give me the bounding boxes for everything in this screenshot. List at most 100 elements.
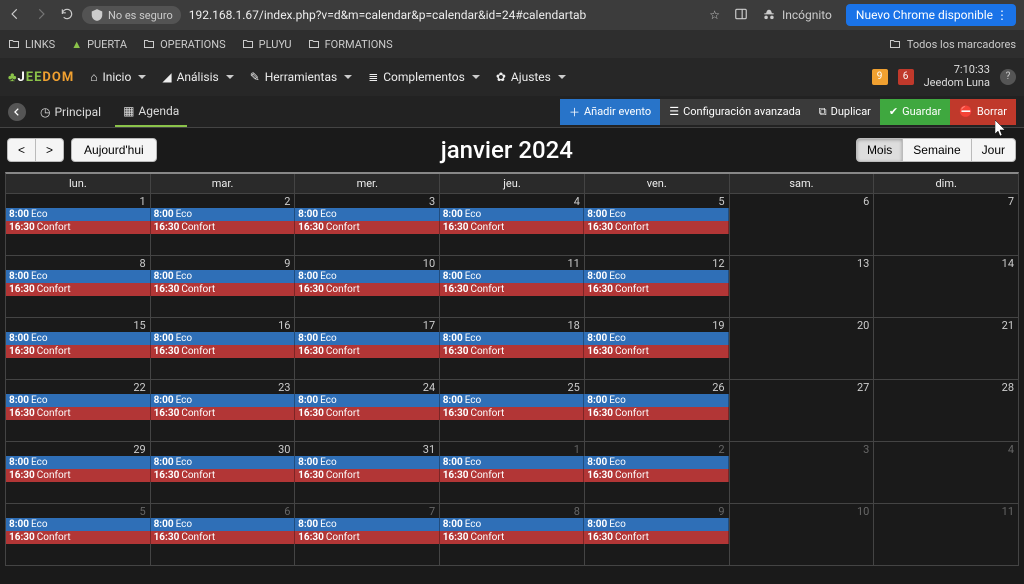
event-confort[interactable]: 16:30Confort xyxy=(151,407,296,420)
event-eco[interactable]: 8:00Eco xyxy=(6,394,151,407)
badge-error[interactable]: 6 xyxy=(898,69,914,85)
event-confort[interactable]: 16:30Confort xyxy=(6,345,151,358)
event-confort[interactable]: 16:30Confort xyxy=(295,283,440,296)
calendar-day[interactable]: 10 xyxy=(729,504,874,565)
calendar-day[interactable]: 4 xyxy=(873,442,1018,503)
event-eco[interactable]: 8:00Eco xyxy=(151,208,296,221)
security-badge[interactable]: No es seguro xyxy=(82,6,181,24)
event-confort[interactable]: 16:30Confort xyxy=(295,469,440,482)
event-eco[interactable]: 8:00Eco xyxy=(440,456,585,469)
logo[interactable]: ♣JEEDOM xyxy=(8,69,74,85)
event-eco[interactable]: 8:00Eco xyxy=(440,332,585,345)
event-confort[interactable]: 16:30Confort xyxy=(584,469,729,482)
event-confort[interactable]: 16:30Confort xyxy=(6,531,151,544)
event-confort[interactable]: 16:30Confort xyxy=(6,221,151,234)
event-eco[interactable]: 8:00Eco xyxy=(584,456,729,469)
event-eco[interactable]: 8:00Eco xyxy=(584,332,729,345)
tab-agenda[interactable]: ▦Agenda xyxy=(115,97,187,127)
event-confort[interactable]: 16:30Confort xyxy=(6,407,151,420)
nav-ajustes[interactable]: ✿Ajustes xyxy=(496,70,566,84)
event-eco[interactable]: 8:00Eco xyxy=(151,332,296,345)
event-confort[interactable]: 16:30Confort xyxy=(6,469,151,482)
event-eco[interactable]: 8:00Eco xyxy=(151,456,296,469)
event-confort[interactable]: 16:30Confort xyxy=(151,283,296,296)
event-eco[interactable]: 8:00Eco xyxy=(151,270,296,283)
event-eco[interactable]: 8:00Eco xyxy=(295,518,440,531)
event-confort[interactable]: 16:30Confort xyxy=(584,345,729,358)
advanced-config-button[interactable]: ☰Configuración avanzada xyxy=(660,99,810,125)
event-confort[interactable]: 16:30Confort xyxy=(584,531,729,544)
event-eco[interactable]: 8:00Eco xyxy=(440,208,585,221)
prev-button[interactable]: < xyxy=(7,138,36,162)
event-confort[interactable]: 16:30Confort xyxy=(151,345,296,358)
nav-herramientas[interactable]: ✎Herramientas xyxy=(250,70,353,84)
address-url[interactable]: 192.168.1.67/index.php?v=d&m=calendar&p=… xyxy=(189,8,587,22)
calendar-day[interactable]: 6 xyxy=(729,194,874,255)
calendar-day[interactable]: 11 xyxy=(873,504,1018,565)
event-eco[interactable]: 8:00Eco xyxy=(584,394,729,407)
duplicate-button[interactable]: ⧉Duplicar xyxy=(810,99,880,125)
event-eco[interactable]: 8:00Eco xyxy=(151,394,296,407)
reload-icon[interactable] xyxy=(60,7,74,24)
event-eco[interactable]: 8:00Eco xyxy=(295,456,440,469)
page-back-button[interactable] xyxy=(8,103,26,121)
event-eco[interactable]: 8:00Eco xyxy=(6,270,151,283)
nav-inicio[interactable]: ⌂Inicio xyxy=(90,70,146,84)
event-confort[interactable]: 16:30Confort xyxy=(440,469,585,482)
delete-button[interactable]: ⛔Borrar xyxy=(950,99,1016,125)
next-button[interactable]: > xyxy=(35,138,64,162)
event-eco[interactable]: 8:00Eco xyxy=(295,208,440,221)
nav-complementos[interactable]: ≣Complementos xyxy=(368,70,480,84)
calendar-day[interactable]: 13 xyxy=(729,256,874,317)
event-confort[interactable]: 16:30Confort xyxy=(584,221,729,234)
badge-warning[interactable]: 9 xyxy=(872,69,888,85)
event-eco[interactable]: 8:00Eco xyxy=(295,394,440,407)
event-eco[interactable]: 8:00Eco xyxy=(6,518,151,531)
event-confort[interactable]: 16:30Confort xyxy=(151,531,296,544)
event-confort[interactable]: 16:30Confort xyxy=(440,283,585,296)
today-button[interactable]: Aujourd'hui xyxy=(71,138,157,162)
nav-analisis[interactable]: ◢Análisis xyxy=(162,70,233,84)
bookmark-formations[interactable]: FORMATIONS xyxy=(308,38,393,51)
view-week-button[interactable]: Semaine xyxy=(902,138,971,162)
event-confort[interactable]: 16:30Confort xyxy=(440,407,585,420)
event-eco[interactable]: 8:00Eco xyxy=(584,270,729,283)
help-icon[interactable]: ? xyxy=(1000,69,1016,85)
calendar-day[interactable]: 20 xyxy=(729,318,874,379)
event-eco[interactable]: 8:00Eco xyxy=(440,270,585,283)
star-icon[interactable]: ☆ xyxy=(709,8,720,22)
bookmark-operations[interactable]: OPERATIONS xyxy=(143,38,226,51)
back-icon[interactable] xyxy=(8,7,22,24)
event-confort[interactable]: 16:30Confort xyxy=(295,221,440,234)
event-eco[interactable]: 8:00Eco xyxy=(295,332,440,345)
view-month-button[interactable]: Mois xyxy=(856,138,903,162)
event-eco[interactable]: 8:00Eco xyxy=(584,208,729,221)
event-confort[interactable]: 16:30Confort xyxy=(440,345,585,358)
event-confort[interactable]: 16:30Confort xyxy=(6,283,151,296)
event-eco[interactable]: 8:00Eco xyxy=(440,394,585,407)
all-bookmarks[interactable]: Todos los marcadores xyxy=(889,38,1016,51)
bookmark-links[interactable]: LINKS xyxy=(8,38,55,51)
event-eco[interactable]: 8:00Eco xyxy=(440,518,585,531)
event-eco[interactable]: 8:00Eco xyxy=(295,270,440,283)
event-confort[interactable]: 16:30Confort xyxy=(295,407,440,420)
event-eco[interactable]: 8:00Eco xyxy=(584,518,729,531)
tab-principal[interactable]: ◷Principal xyxy=(32,98,109,126)
view-day-button[interactable]: Jour xyxy=(971,138,1016,162)
event-confort[interactable]: 16:30Confort xyxy=(151,469,296,482)
event-eco[interactable]: 8:00Eco xyxy=(6,456,151,469)
event-confort[interactable]: 16:30Confort xyxy=(440,531,585,544)
calendar-day[interactable]: 7 xyxy=(873,194,1018,255)
add-event-button[interactable]: ＋Añadir evento xyxy=(560,99,660,125)
calendar-day[interactable]: 28 xyxy=(873,380,1018,441)
event-eco[interactable]: 8:00Eco xyxy=(151,518,296,531)
event-confort[interactable]: 16:30Confort xyxy=(151,221,296,234)
event-confort[interactable]: 16:30Confort xyxy=(295,531,440,544)
event-eco[interactable]: 8:00Eco xyxy=(6,208,151,221)
calendar-day[interactable]: 21 xyxy=(873,318,1018,379)
event-confort[interactable]: 16:30Confort xyxy=(584,283,729,296)
event-confort[interactable]: 16:30Confort xyxy=(295,345,440,358)
panel-icon[interactable] xyxy=(734,7,748,24)
bookmark-pluyu[interactable]: PLUYU xyxy=(242,38,292,51)
event-confort[interactable]: 16:30Confort xyxy=(584,407,729,420)
